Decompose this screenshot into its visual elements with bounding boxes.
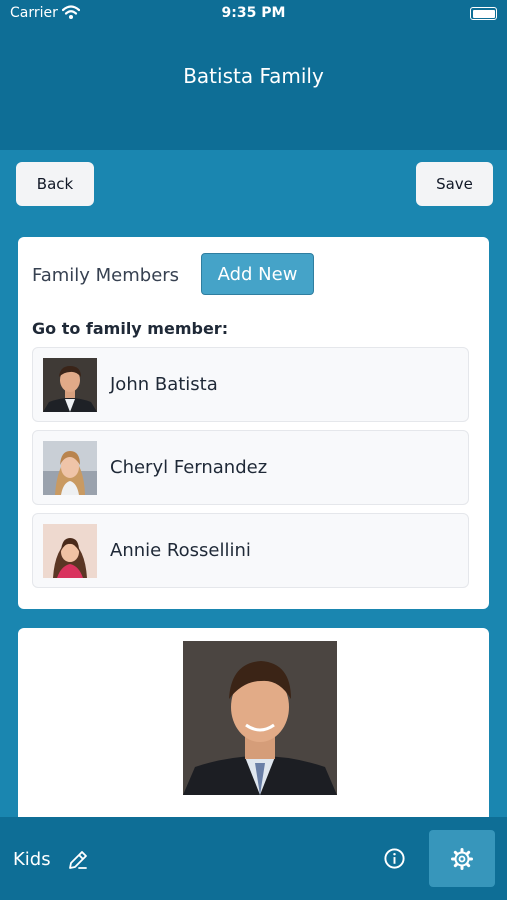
- battery-icon: [470, 7, 497, 20]
- nav-header: Batista Family: [0, 28, 507, 150]
- clock: 9:35 PM: [221, 5, 286, 21]
- pencil-icon[interactable]: [66, 848, 90, 872]
- member-photo-card: [18, 628, 489, 828]
- info-icon[interactable]: [383, 847, 406, 870]
- family-member-name: John Batista: [110, 374, 218, 395]
- family-members-card: Family Members Add New Go to family memb…: [18, 237, 489, 609]
- family-member-name: Annie Rossellini: [110, 540, 251, 561]
- family-member-item-john[interactable]: John Batista: [32, 347, 469, 422]
- family-member-item-cheryl[interactable]: Cheryl Fernandez: [32, 430, 469, 505]
- back-button[interactable]: Back: [16, 162, 94, 206]
- save-button[interactable]: Save: [416, 162, 493, 206]
- avatar: [43, 441, 97, 495]
- add-new-button[interactable]: Add New: [201, 253, 314, 295]
- family-member-item-annie[interactable]: Annie Rossellini: [32, 513, 469, 588]
- goto-family-member-label: Go to family member:: [32, 319, 229, 338]
- bottom-tab-bar: Kids: [0, 817, 507, 900]
- status-bar: Carrier 9:35 PM: [0, 0, 507, 28]
- avatar: [43, 358, 97, 412]
- family-members-label: Family Members: [32, 265, 180, 286]
- family-member-name: Cheryl Fernandez: [110, 457, 268, 478]
- settings-tab[interactable]: [429, 830, 495, 887]
- avatar: [43, 524, 97, 578]
- page-title: Batista Family: [183, 64, 324, 88]
- member-photo: [183, 641, 337, 795]
- tab-kids[interactable]: Kids: [13, 849, 51, 870]
- gear-icon: [451, 848, 473, 870]
